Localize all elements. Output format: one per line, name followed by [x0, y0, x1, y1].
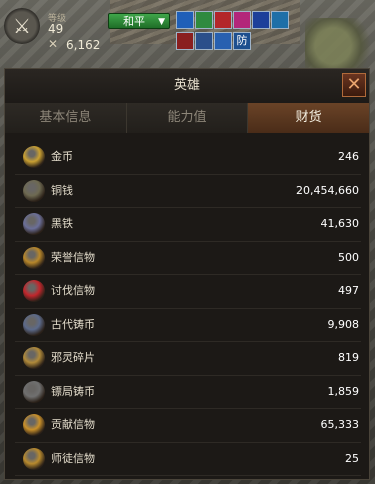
- currency-name: 金币: [51, 150, 73, 163]
- tab-2[interactable]: 财货: [248, 103, 370, 133]
- green-leaf-buff-icon[interactable]: [195, 11, 213, 29]
- blue-orb-buff-icon[interactable]: [252, 11, 270, 29]
- currency-row: 师徒信物 25: [15, 443, 361, 476]
- level-value: 49: [48, 22, 64, 36]
- currency-row: 金币 246: [15, 141, 361, 175]
- gold-coins-icon: [23, 146, 45, 168]
- wind-buff-icon[interactable]: [214, 32, 232, 50]
- currency-name: 师徒信物: [51, 451, 95, 465]
- crossed-swords-icon: ✕: [48, 37, 59, 51]
- currency-amount: 20,454,660: [296, 183, 359, 197]
- tab-1[interactable]: 能力值: [126, 103, 249, 133]
- currency-row: 讨伐信物 497: [15, 275, 361, 309]
- currency-list: 金币 246 铜钱 20,454,660 黑铁 41,630 荣誉信物 500 讨伐信物 497 古…: [15, 141, 361, 476]
- currency-amount: 65,333: [320, 418, 360, 431]
- shield-buff-icon[interactable]: [195, 32, 213, 50]
- currency-row: 黑铁 41,630: [15, 208, 361, 242]
- currency-amount: 9,908: [327, 317, 360, 331]
- currency-name: 邪灵碎片: [51, 351, 95, 364]
- currency-amount: 500: [338, 250, 359, 264]
- currency-name: 黑铁: [51, 217, 73, 230]
- warrior-icon: ⚔: [13, 14, 31, 38]
- currency-name: 荣誉信物: [51, 250, 95, 264]
- tab-0[interactable]: 基本信息: [5, 103, 127, 133]
- crusade-token-icon: [23, 280, 45, 302]
- feather-buff-icon[interactable]: [271, 11, 289, 29]
- red-x-buff-icon[interactable]: [176, 32, 194, 50]
- copper-coin-icon: [23, 179, 45, 202]
- currency-amount: 819: [338, 351, 359, 364]
- contribution-token-icon: [23, 414, 45, 436]
- currency-name: 铜钱: [51, 183, 73, 197]
- currency-name: 贡献信物: [51, 418, 95, 431]
- currency-amount: 246: [338, 150, 359, 163]
- panel-tabs: 基本信息 能力值 财货: [5, 103, 370, 133]
- black-iron-icon: [23, 213, 45, 235]
- currency-name: 古代铸币: [51, 317, 95, 331]
- close-button[interactable]: ✕: [342, 73, 366, 97]
- currency-amount: 497: [338, 284, 359, 297]
- panel-title: 英雄: [5, 69, 369, 103]
- player-hud: ⚔ 等级 49 ✕ 6,162 和平 ▼ 防: [0, 0, 375, 60]
- currency-row: 邪灵碎片 819: [15, 342, 361, 376]
- pk-mode-label: 和平: [123, 15, 145, 28]
- red-figure-buff-icon[interactable]: [214, 11, 232, 29]
- disciple-token-icon: [23, 447, 45, 470]
- currency-amount: 41,630: [320, 217, 360, 230]
- hero-panel: 英雄 ✕ 基本信息 能力值 财货 金币 246 铜钱 20,454,660 黑铁 41,630…: [4, 68, 370, 480]
- defense-buff-icon[interactable]: 防: [233, 32, 251, 50]
- player-avatar[interactable]: ⚔: [4, 8, 40, 44]
- pk-mode-dropdown[interactable]: 和平 ▼: [108, 13, 170, 29]
- escort-coin-icon: [23, 380, 45, 403]
- currency-name: 讨伐信物: [51, 284, 95, 297]
- ancient-coin-icon: [23, 313, 45, 336]
- combat-power-value: 6,162: [66, 38, 101, 52]
- pink-potion-buff-icon[interactable]: [233, 11, 251, 29]
- currency-row: 古代铸币 9,908: [15, 309, 361, 342]
- currency-row: 铜钱 20,454,660: [15, 175, 361, 208]
- currency-amount: 1,859: [327, 384, 360, 398]
- currency-amount: 25: [345, 451, 359, 465]
- honor-token-icon: [23, 246, 45, 269]
- currency-row: 荣誉信物 500: [15, 242, 361, 275]
- currency-row: 镖局铸币 1,859: [15, 376, 361, 409]
- currency-row: 贡献信物 65,333: [15, 409, 361, 443]
- currency-name: 镖局铸币: [51, 384, 95, 398]
- blue-swirl-buff-icon[interactable]: [176, 11, 194, 29]
- chevron-down-icon: ▼: [158, 17, 165, 27]
- evil-spirit-shard-icon: [23, 347, 45, 369]
